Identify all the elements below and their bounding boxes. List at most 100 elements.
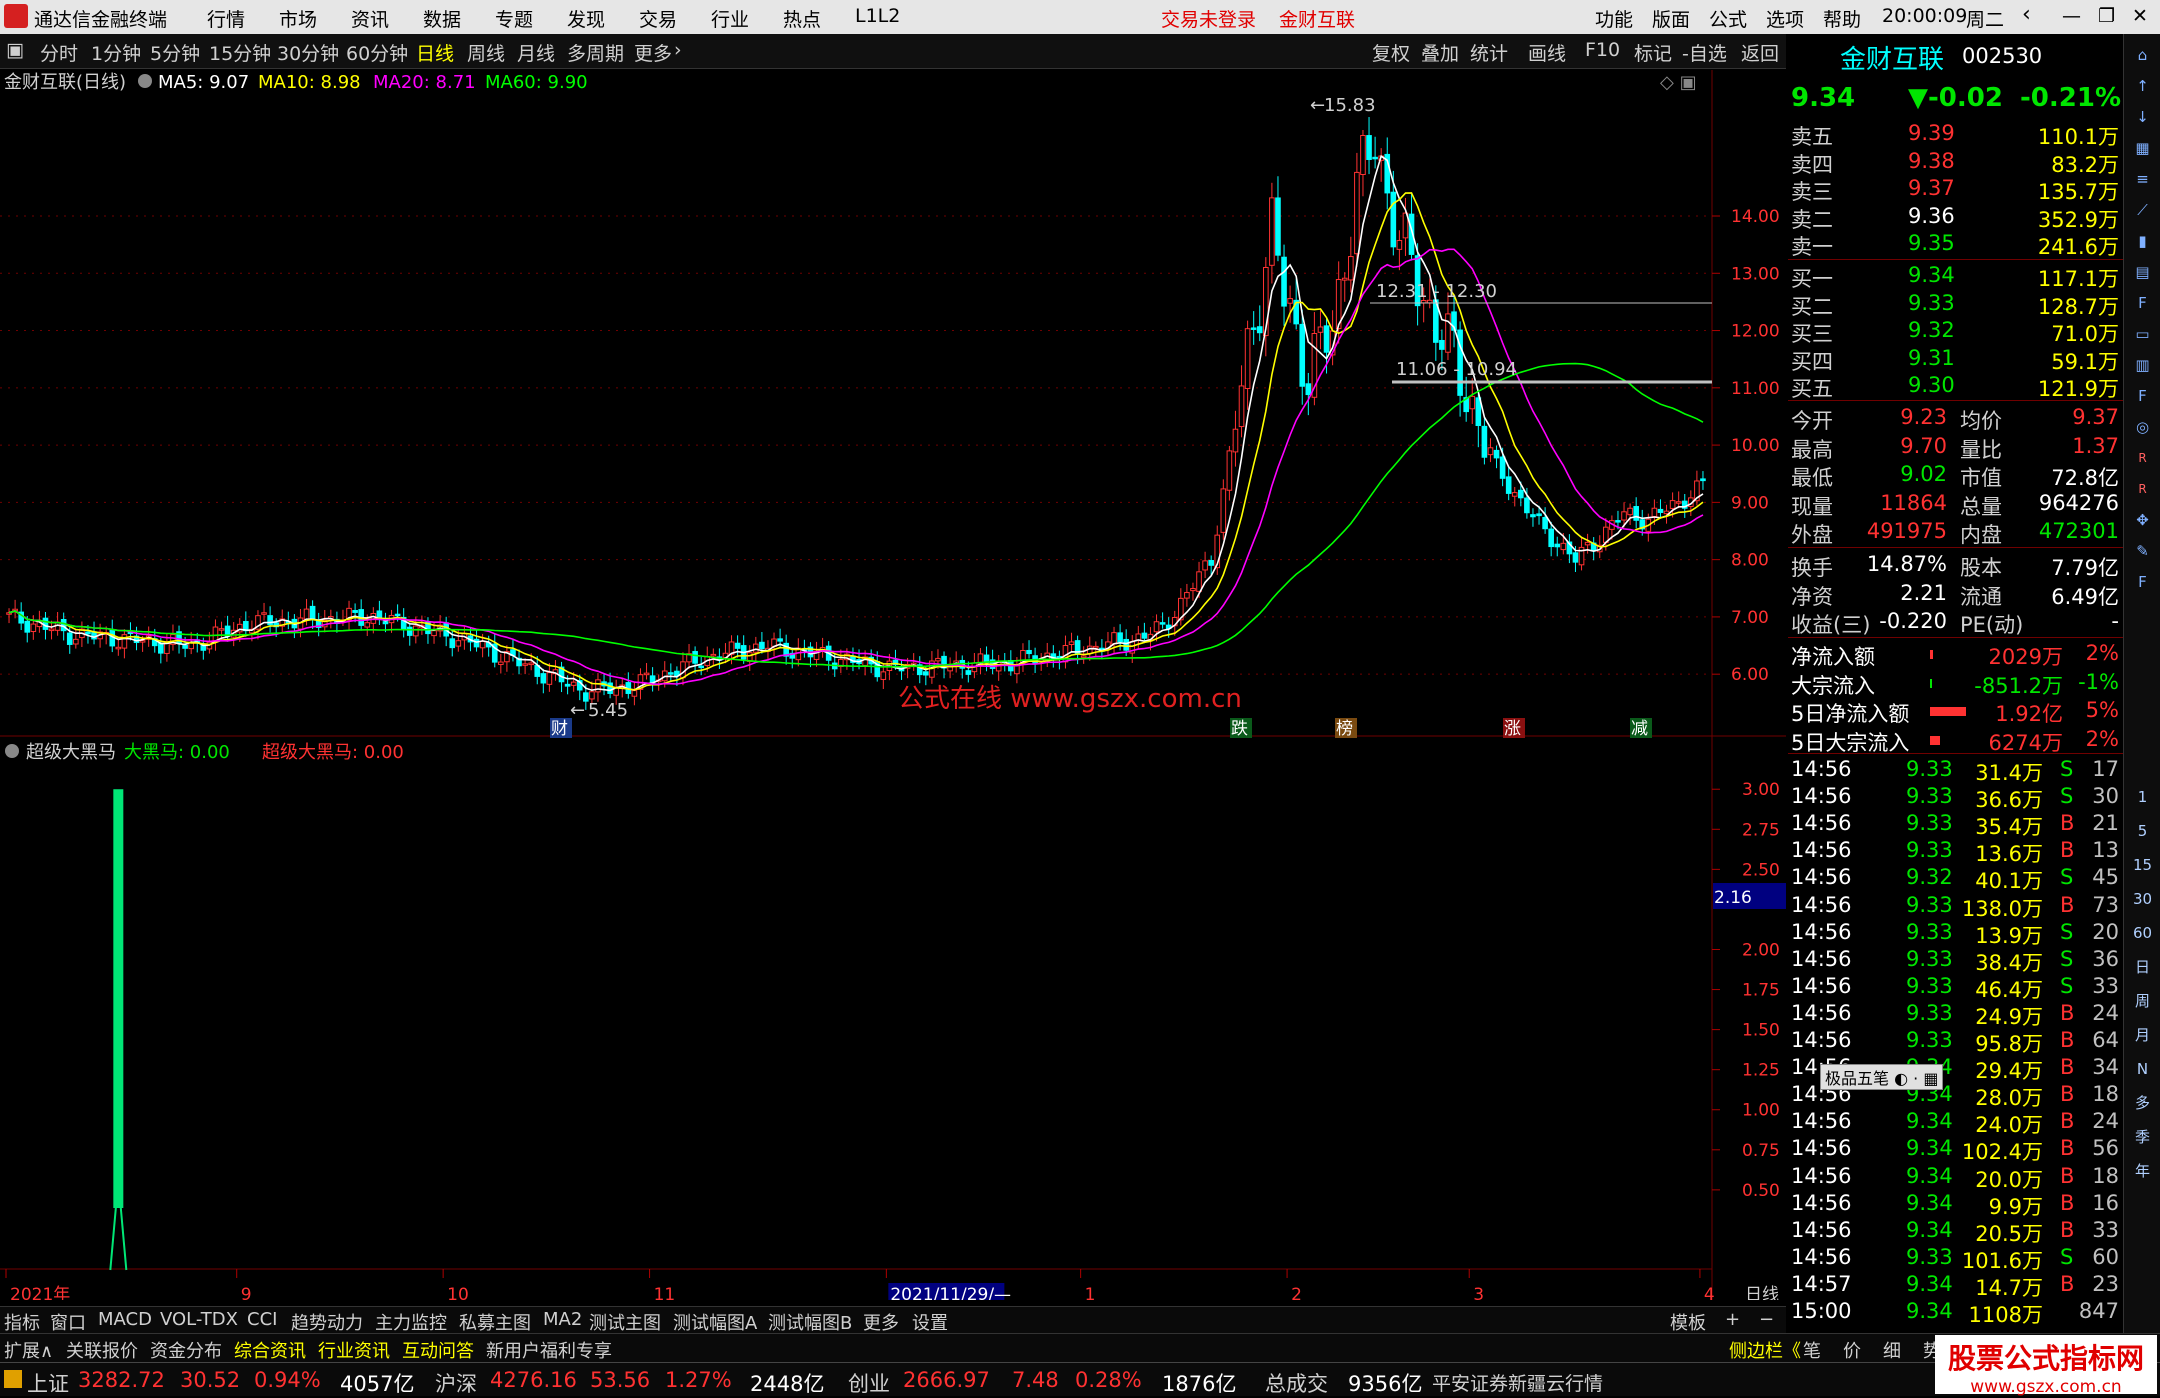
trend-icon[interactable]: ⟋	[2129, 197, 2156, 224]
event-marker-zhang[interactable]: 涨	[1504, 719, 1521, 739]
chart-icon[interactable]: ▥	[2129, 352, 2156, 379]
stock-link[interactable]: 金财互联	[1279, 5, 1355, 32]
menu-redian[interactable]: 热点	[783, 5, 821, 32]
add-button[interactable]: +	[1725, 1309, 1740, 1330]
period-shortcut-7[interactable]: 周	[2129, 988, 2156, 1015]
period-shortcut-12[interactable]: 年	[2129, 1158, 2156, 1185]
tool-f10[interactable]: F10	[1585, 39, 1620, 61]
page-icon[interactable]: ▭	[2129, 321, 2156, 348]
tab-1min[interactable]: 1分钟	[91, 39, 141, 66]
tab-30min[interactable]: 30分钟	[277, 39, 339, 66]
tab-monthly[interactable]: 月线	[517, 39, 555, 66]
pen-icon[interactable]: ✎	[2129, 538, 2156, 565]
event-marker-bang[interactable]: 榜	[1336, 719, 1353, 739]
chevron-right-icon[interactable]: ›	[674, 39, 682, 61]
tool-zixuan[interactable]: -自选	[1682, 39, 1727, 66]
back-icon[interactable]: ‹	[2022, 2, 2031, 27]
list-icon[interactable]: ≡	[2129, 166, 2156, 193]
tool-biaoji[interactable]: 标记	[1634, 39, 1672, 66]
f2-icon[interactable]: F	[2129, 383, 2156, 410]
period-shortcut-11[interactable]: 季	[2129, 1124, 2156, 1151]
tool-huaxian[interactable]: 画线	[1528, 39, 1566, 66]
ext-new-user[interactable]: 新用户福利专享	[486, 1337, 612, 1363]
menu-jiaoyi[interactable]: 交易	[639, 5, 677, 32]
bar-icon[interactable]: ▮	[2129, 228, 2156, 255]
ext-kuozhan[interactable]: 扩展∧	[4, 1337, 53, 1363]
tab-ceshi-futu-b[interactable]: 测试幅图B	[768, 1309, 852, 1335]
tab-fenshi[interactable]: 分时	[40, 39, 78, 66]
ext-guanlian-baojia[interactable]: 关联报价	[66, 1337, 138, 1363]
tool-tongji[interactable]: 统计	[1470, 39, 1508, 66]
chart-area[interactable]: 6.007.008.009.0010.0011.0012.0013.0014.0…	[0, 70, 1786, 1300]
cy-label[interactable]: 创业	[848, 1368, 890, 1398]
tab-60min[interactable]: 60分钟	[346, 39, 408, 66]
tab-more[interactable]: 更多	[634, 39, 672, 66]
down-icon[interactable]: ↓	[2129, 104, 2156, 131]
tab-vol-tdx[interactable]: VOL-TDX	[160, 1309, 238, 1330]
ext-hangye-zixun[interactable]: 行业资讯	[318, 1337, 390, 1363]
panel-icon[interactable]: ▤	[2129, 259, 2156, 286]
ext-sidebar[interactable]: 侧边栏《	[1729, 1337, 1801, 1363]
period-shortcut-4[interactable]: 30	[2129, 886, 2156, 913]
menu-hangye[interactable]: 行业	[711, 5, 749, 32]
settings-dot-icon[interactable]	[138, 74, 152, 88]
tab-shezhi[interactable]: 设置	[912, 1309, 948, 1335]
tab-multi[interactable]: 多周期	[567, 39, 624, 66]
tab-daily[interactable]: 日线	[416, 39, 454, 66]
menu-shuju[interactable]: 数据	[423, 5, 461, 32]
ext-jia[interactable]: 价	[1843, 1337, 1861, 1363]
panel-toggle-icon[interactable]: ▣	[6, 39, 24, 61]
menu-shichang[interactable]: 市场	[279, 5, 317, 32]
minimize-icon[interactable]: —	[2062, 5, 2081, 27]
template-button[interactable]: 模板	[1670, 1309, 1706, 1335]
move-icon[interactable]: ✥	[2129, 507, 2156, 534]
period-shortcut-2[interactable]: 5	[2129, 818, 2156, 845]
ext-bi[interactable]: 笔	[1803, 1337, 1821, 1363]
event-marker-die[interactable]: 跌	[1231, 719, 1248, 739]
tab-15min[interactable]: 15分钟	[209, 39, 271, 66]
f5-icon[interactable]: F	[2129, 569, 2156, 596]
tab-ma2[interactable]: MA2	[543, 1309, 582, 1330]
period-shortcut-3[interactable]: 15	[2129, 852, 2156, 879]
sh-label[interactable]: 上证	[27, 1368, 69, 1398]
remove-button[interactable]: −	[1759, 1309, 1774, 1330]
market-icon[interactable]	[4, 1370, 22, 1388]
ext-hudong-wenda[interactable]: 互动问答	[402, 1337, 474, 1363]
period-shortcut-9[interactable]: N	[2129, 1056, 2156, 1083]
period-shortcut-10[interactable]: 多	[2129, 1090, 2156, 1117]
tab-zhuli-jiankong[interactable]: 主力监控	[375, 1309, 447, 1335]
rsi-icon[interactable]: R	[2129, 445, 2156, 472]
tab-ceshi-futu-a[interactable]: 测试幅图A	[673, 1309, 757, 1335]
menu-zhuanti[interactable]: 专题	[495, 5, 533, 32]
menu-faxian[interactable]: 发现	[567, 5, 605, 32]
grid-icon[interactable]: ▦	[2129, 135, 2156, 162]
menu-bangzhu[interactable]: 帮助	[1823, 5, 1861, 32]
menu-gongneng[interactable]: 功能	[1595, 5, 1633, 32]
period-shortcut-8[interactable]: 月	[2129, 1022, 2156, 1049]
menu-banmian[interactable]: 版面	[1652, 5, 1690, 32]
home-icon[interactable]: ⌂	[2129, 42, 2156, 69]
ime-toolbar[interactable]: 极品五笔 ◐ · ▦	[1820, 1064, 1944, 1090]
sz-label[interactable]: 沪深	[435, 1368, 477, 1398]
tool-fuquan[interactable]: 复权	[1372, 39, 1410, 66]
ext-zonghe-zixun[interactable]: 综合资讯	[234, 1337, 306, 1363]
tab-cci[interactable]: CCI	[247, 1309, 277, 1330]
tab-qushi-dongli[interactable]: 趋势动力	[291, 1309, 363, 1335]
period-shortcut-1[interactable]: 1	[2129, 784, 2156, 811]
indicator-settings-icon[interactable]	[5, 744, 19, 758]
target-icon[interactable]: ◎	[2129, 414, 2156, 441]
menu-gongshi[interactable]: 公式	[1709, 5, 1747, 32]
f10-icon[interactable]: F	[2129, 290, 2156, 317]
close-icon[interactable]: ✕	[2132, 5, 2148, 27]
event-marker-jian[interactable]: 减	[1631, 719, 1648, 739]
event-marker-cai[interactable]: 财	[551, 719, 568, 739]
menu-l1l2[interactable]: L1L2	[855, 5, 900, 27]
menu-hangqing[interactable]: 行情	[207, 5, 245, 32]
trade-status-link[interactable]: 交易未登录	[1161, 5, 1256, 32]
menu-zixun[interactable]: 资讯	[351, 5, 389, 32]
up-icon[interactable]: ↑	[2129, 73, 2156, 100]
tab-ceshi-zhutu[interactable]: 测试主图	[589, 1309, 661, 1335]
tool-diejia[interactable]: 叠加	[1421, 39, 1459, 66]
tab-macd[interactable]: MACD	[98, 1309, 152, 1330]
tab-weekly[interactable]: 周线	[467, 39, 505, 66]
